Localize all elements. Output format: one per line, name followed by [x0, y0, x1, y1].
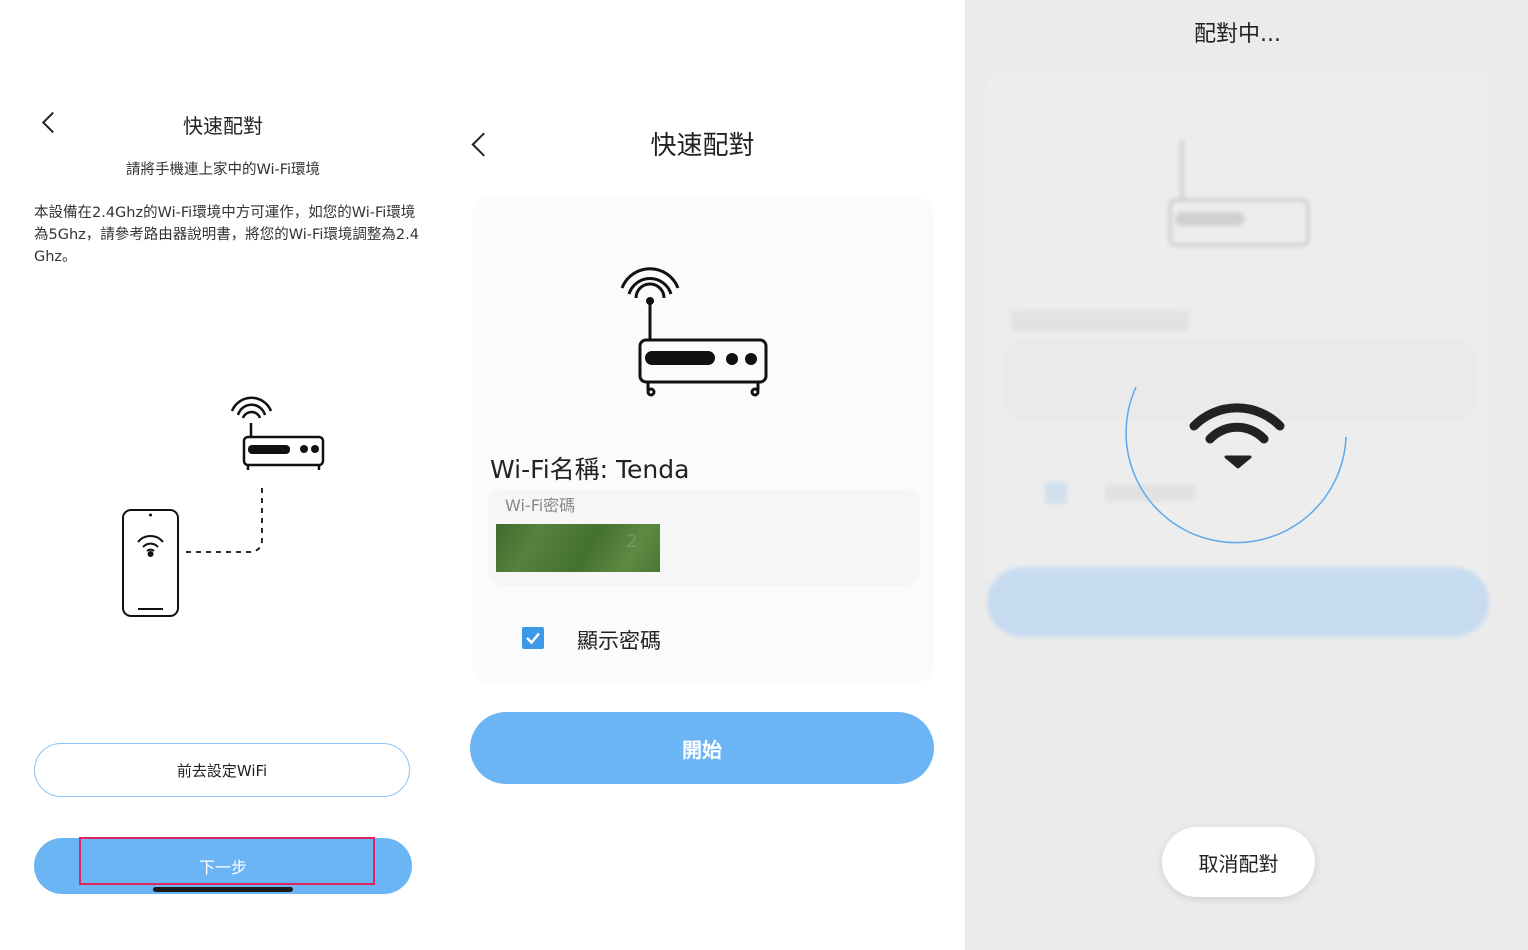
- password-label: Wi-Fi密碼: [505, 496, 576, 515]
- home-indicator: [153, 887, 293, 892]
- dimmed-router-icon: [1168, 140, 1310, 247]
- page-title: 快速配對: [183, 114, 263, 138]
- pairing-in-progress-screen: 配對中... 取消配對: [965, 0, 1528, 950]
- pairing-status-title: 配對中...: [1194, 22, 1281, 47]
- wifi-name-label: Wi-Fi名稱: Tenda: [490, 455, 690, 484]
- pairing-spinner: [1125, 386, 1347, 544]
- page-subtitle: 請將手機連上家中的Wi-Fi環境: [125, 162, 321, 178]
- show-password-label: 顯示密碼: [577, 629, 661, 653]
- wifi-icon: [1189, 403, 1285, 444]
- dimmed-wifi-name: [1010, 310, 1190, 332]
- password-value-redacted[interactable]: 2: [496, 524, 660, 572]
- phone-router-illustration: [122, 396, 325, 617]
- goto-wifi-settings-button[interactable]: 前去設定WiFi: [34, 743, 410, 797]
- router-icon: [230, 396, 325, 470]
- cancel-pairing-button[interactable]: 取消配對: [1162, 827, 1315, 897]
- start-button[interactable]: 開始: [470, 712, 934, 784]
- dimmed-checkbox: [1045, 482, 1067, 504]
- dimmed-start-button: [987, 567, 1489, 637]
- show-password-checkbox[interactable]: [522, 627, 544, 649]
- phone-icon: [122, 509, 179, 617]
- quick-pair-wifi-screen: 快速配對 Wi-Fi名稱: Tenda Wi-Fi密碼 2 顯示密碼 開始: [450, 0, 965, 950]
- quick-pair-intro-screen: 快速配對 請將手機連上家中的Wi-Fi環境 本設備在2.4Ghz的Wi-Fi環境…: [0, 0, 450, 950]
- router-icon: [620, 267, 768, 397]
- next-button-highlight: [79, 837, 375, 885]
- description-text: 本設備在2.4Ghz的Wi-Fi環境中方可運作，如您的Wi-Fi環境為5Ghz，…: [34, 205, 419, 265]
- checkmark-icon: [526, 632, 540, 645]
- page-title: 快速配對: [650, 131, 755, 161]
